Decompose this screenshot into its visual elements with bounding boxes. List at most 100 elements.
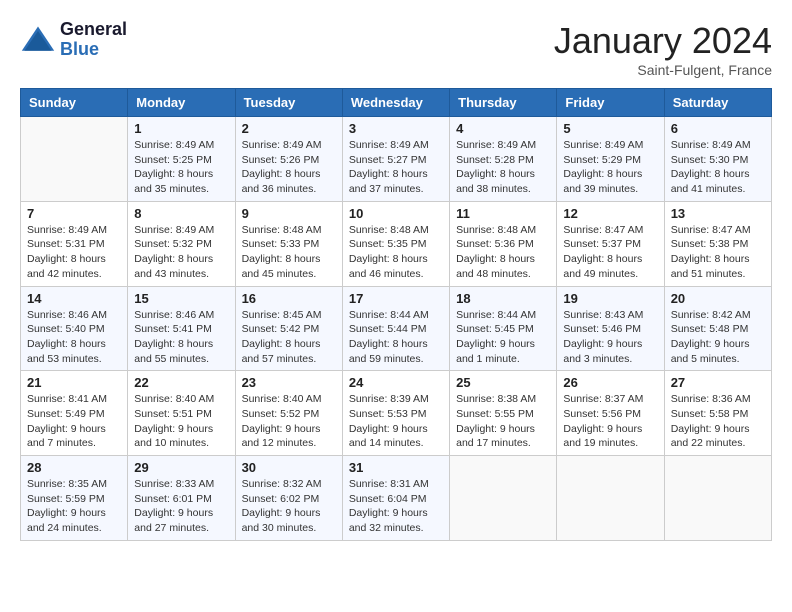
location-subtitle: Saint-Fulgent, France [554,62,772,78]
calendar-week-3: 14Sunrise: 8:46 AMSunset: 5:40 PMDayligh… [21,286,772,371]
calendar-cell: 10 Sunrise: 8:48 AMSunset: 5:35 PMDayligh… [342,201,449,286]
calendar-cell [557,456,664,541]
day-number: 30 [242,460,336,475]
day-number: 31 [349,460,443,475]
calendar-cell: 22Sunrise: 8:40 AMSunset: 5:51 PMDayligh… [128,371,235,456]
calendar-cell: 25 Sunrise: 8:38 AMSunset: 5:55 PMDayligh… [450,371,557,456]
day-number: 21 [27,375,121,390]
day-number: 14 [27,291,121,306]
calendar-cell: 30Sunrise: 8:32 AMSunset: 6:02 PMDayligh… [235,456,342,541]
page-header: General Blue January 2024 Saint-Fulgent,… [20,20,772,78]
day-number: 4 [456,121,550,136]
day-info: Sunrise: 8:43 AMSunset: 5:46 PMDaylight:… [563,308,657,367]
calendar-cell: 19Sunrise: 8:43 AMSunset: 5:46 PMDayligh… [557,286,664,371]
day-info: Sunrise: 8:47 AMSunset: 5:37 PMDaylight:… [563,223,657,282]
day-info: Sunrise: 8:41 AMSunset: 5:49 PMDaylight:… [27,392,121,451]
day-number: 1 [134,121,228,136]
calendar-cell: 5 Sunrise: 8:49 AMSunset: 5:29 PMDaylight… [557,117,664,202]
day-number: 3 [349,121,443,136]
calendar-cell [450,456,557,541]
day-number: 18 [456,291,550,306]
day-info: Sunrise: 8:42 AMSunset: 5:48 PMDaylight:… [671,308,765,367]
logo: General Blue [20,20,127,60]
day-info: Sunrise: 8:44 AMSunset: 5:45 PMDaylight:… [456,308,550,367]
day-number: 26 [563,375,657,390]
day-info: Sunrise: 8:38 AMSunset: 5:55 PMDaylight:… [456,392,550,451]
calendar-cell: 27Sunrise: 8:36 AMSunset: 5:58 PMDayligh… [664,371,771,456]
calendar-cell: 18 Sunrise: 8:44 AMSunset: 5:45 PMDayligh… [450,286,557,371]
logo-text: General Blue [60,20,127,60]
day-number: 25 [456,375,550,390]
calendar-cell: 31 Sunrise: 8:31 AMSunset: 6:04 PMDayligh… [342,456,449,541]
day-info: Sunrise: 8:44 AMSunset: 5:44 PMDaylight:… [349,308,443,367]
day-number: 28 [27,460,121,475]
calendar-cell: 28 Sunrise: 8:35 AMSunset: 5:59 PMDayligh… [21,456,128,541]
day-number: 12 [563,206,657,221]
calendar-cell: 20 Sunrise: 8:42 AMSunset: 5:48 PMDayligh… [664,286,771,371]
day-number: 15 [134,291,228,306]
calendar-cell: 12 Sunrise: 8:47 AMSunset: 5:37 PMDayligh… [557,201,664,286]
calendar-cell: 16 Sunrise: 8:45 AMSunset: 5:42 PMDayligh… [235,286,342,371]
logo-icon [20,22,56,58]
day-info: Sunrise: 8:49 AMSunset: 5:26 PMDaylight:… [242,138,336,197]
day-info: Sunrise: 8:47 AMSunset: 5:38 PMDaylight:… [671,223,765,282]
calendar-cell: 21 Sunrise: 8:41 AMSunset: 5:49 PMDayligh… [21,371,128,456]
calendar-cell: 15 Sunrise: 8:46 AMSunset: 5:41 PMDayligh… [128,286,235,371]
calendar-cell: 7Sunrise: 8:49 AMSunset: 5:31 PMDaylight… [21,201,128,286]
day-number: 22 [134,375,228,390]
title-block: January 2024 Saint-Fulgent, France [554,20,772,78]
day-info: Sunrise: 8:49 AMSunset: 5:28 PMDaylight:… [456,138,550,197]
calendar-cell: 11 Sunrise: 8:48 AMSunset: 5:36 PMDayligh… [450,201,557,286]
day-number: 2 [242,121,336,136]
calendar-cell: 4 Sunrise: 8:49 AMSunset: 5:28 PMDaylight… [450,117,557,202]
weekday-header-wednesday: Wednesday [342,89,449,117]
weekday-header-row: SundayMondayTuesdayWednesdayThursdayFrid… [21,89,772,117]
calendar-cell: 24Sunrise: 8:39 AMSunset: 5:53 PMDayligh… [342,371,449,456]
day-info: Sunrise: 8:48 AMSunset: 5:35 PMDaylight:… [349,223,443,282]
day-info: Sunrise: 8:35 AMSunset: 5:59 PMDaylight:… [27,477,121,536]
day-number: 11 [456,206,550,221]
day-number: 27 [671,375,765,390]
calendar-table: SundayMondayTuesdayWednesdayThursdayFrid… [20,88,772,541]
calendar-cell: 9 Sunrise: 8:48 AMSunset: 5:33 PMDaylight… [235,201,342,286]
day-info: Sunrise: 8:39 AMSunset: 5:53 PMDaylight:… [349,392,443,451]
calendar-cell: 8 Sunrise: 8:49 AMSunset: 5:32 PMDaylight… [128,201,235,286]
calendar-cell: 2 Sunrise: 8:49 AMSunset: 5:26 PMDaylight… [235,117,342,202]
day-number: 9 [242,206,336,221]
day-info: Sunrise: 8:49 AMSunset: 5:29 PMDaylight:… [563,138,657,197]
day-number: 6 [671,121,765,136]
day-info: Sunrise: 8:40 AMSunset: 5:52 PMDaylight:… [242,392,336,451]
day-info: Sunrise: 8:49 AMSunset: 5:27 PMDaylight:… [349,138,443,197]
day-number: 10 [349,206,443,221]
day-number: 5 [563,121,657,136]
day-info: Sunrise: 8:31 AMSunset: 6:04 PMDaylight:… [349,477,443,536]
day-number: 23 [242,375,336,390]
calendar-cell: 26 Sunrise: 8:37 AMSunset: 5:56 PMDayligh… [557,371,664,456]
day-info: Sunrise: 8:33 AMSunset: 6:01 PMDaylight:… [134,477,228,536]
weekday-header-monday: Monday [128,89,235,117]
calendar-cell: 6Sunrise: 8:49 AMSunset: 5:30 PMDaylight… [664,117,771,202]
calendar-cell: 29 Sunrise: 8:33 AMSunset: 6:01 PMDayligh… [128,456,235,541]
logo-general: General [60,19,127,39]
day-info: Sunrise: 8:49 AMSunset: 5:32 PMDaylight:… [134,223,228,282]
day-number: 8 [134,206,228,221]
calendar-week-4: 21 Sunrise: 8:41 AMSunset: 5:49 PMDayligh… [21,371,772,456]
logo-blue-text: Blue [60,39,99,59]
day-info: Sunrise: 8:45 AMSunset: 5:42 PMDaylight:… [242,308,336,367]
day-info: Sunrise: 8:37 AMSunset: 5:56 PMDaylight:… [563,392,657,451]
day-info: Sunrise: 8:49 AMSunset: 5:31 PMDaylight:… [27,223,121,282]
day-info: Sunrise: 8:49 AMSunset: 5:25 PMDaylight:… [134,138,228,197]
day-number: 17 [349,291,443,306]
calendar-week-5: 28 Sunrise: 8:35 AMSunset: 5:59 PMDayligh… [21,456,772,541]
calendar-cell: 23 Sunrise: 8:40 AMSunset: 5:52 PMDayligh… [235,371,342,456]
calendar-cell: 17 Sunrise: 8:44 AMSunset: 5:44 PMDayligh… [342,286,449,371]
day-info: Sunrise: 8:48 AMSunset: 5:36 PMDaylight:… [456,223,550,282]
day-number: 20 [671,291,765,306]
day-number: 16 [242,291,336,306]
calendar-week-1: 1 Sunrise: 8:49 AMSunset: 5:25 PMDaylight… [21,117,772,202]
weekday-header-saturday: Saturday [664,89,771,117]
day-number: 29 [134,460,228,475]
calendar-cell: 14Sunrise: 8:46 AMSunset: 5:40 PMDayligh… [21,286,128,371]
day-info: Sunrise: 8:48 AMSunset: 5:33 PMDaylight:… [242,223,336,282]
day-info: Sunrise: 8:46 AMSunset: 5:41 PMDaylight:… [134,308,228,367]
